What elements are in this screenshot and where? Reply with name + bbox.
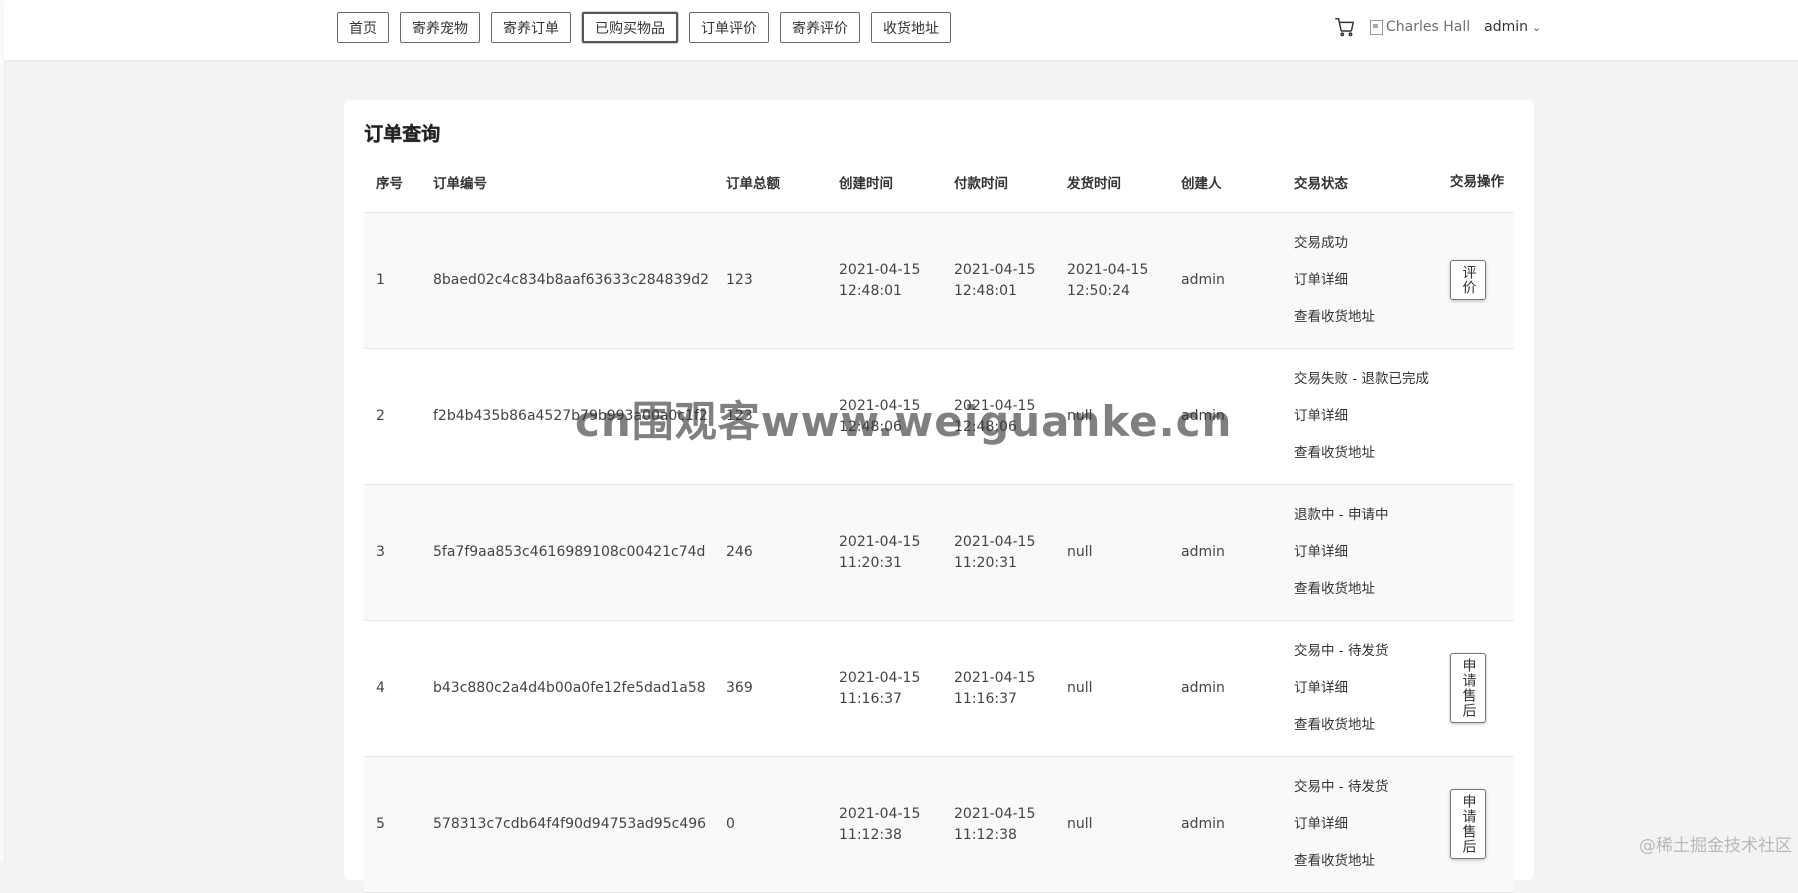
cell-order-id: 578313c7cdb64f4f90d94753ad95c496: [421, 756, 714, 893]
cell-action: [1450, 484, 1514, 621]
cell-total: 123: [714, 348, 827, 485]
view-address-link[interactable]: 查看收货地址: [1294, 435, 1450, 472]
cell-paid: 2021-04-15 12:48:06: [942, 348, 1055, 485]
cart-icon[interactable]: [1334, 16, 1356, 38]
cell-paid: 2021-04-15 11:20:31: [942, 484, 1055, 621]
main-nav: 首页 寄养宠物 寄养订单 已购买物品 订单评价 寄养评价 收货地址: [337, 12, 951, 43]
cell-total: 246: [714, 484, 827, 621]
cell-paid: 2021-04-15 12:48:01: [942, 212, 1055, 349]
top-navbar: 首页 寄养宠物 寄养订单 已购买物品 订单评价 寄养评价 收货地址 Charle…: [4, 0, 1798, 60]
cell-total: 123: [714, 212, 827, 349]
cell-status: 交易成功 订单详细 查看收货地址: [1282, 212, 1450, 349]
cell-status: 交易中 - 待发货 订单详细 查看收货地址: [1282, 620, 1450, 757]
cell-creator: admin: [1169, 620, 1282, 757]
avatar[interactable]: Charles Hall: [1370, 19, 1470, 35]
cell-action: 申请售后: [1450, 620, 1514, 757]
cell-creator: admin: [1169, 212, 1282, 349]
nav-purchased-items-button[interactable]: 已购买物品: [582, 12, 678, 43]
col-header-paid: 付款时间: [942, 152, 1055, 213]
cell-order-id: f2b4b435b86a4527b79b993a00a0c1f2: [421, 348, 714, 485]
orders-table: 序号 订单编号 订单总额 创建时间 付款时间 发货时间 创建人 交易状态 交易操…: [364, 152, 1514, 893]
table-header-row: 序号 订单编号 订单总额 创建时间 付款时间 发货时间 创建人 交易状态 交易操…: [364, 152, 1514, 213]
cell-no: 3: [364, 484, 421, 621]
order-detail-link[interactable]: 订单详细: [1294, 398, 1450, 435]
cell-paid: 2021-04-15 11:16:37: [942, 620, 1055, 757]
user-menu[interactable]: admin ⌄: [1484, 19, 1541, 35]
col-header-action: 交易操作: [1450, 152, 1514, 213]
cell-status: 交易中 - 待发货 订单详细 查看收货地址: [1282, 756, 1450, 893]
cell-created: 2021-04-15 12:48:01: [827, 212, 942, 349]
user-area: Charles Hall admin ⌄: [1334, 16, 1541, 38]
view-address-link[interactable]: 查看收货地址: [1294, 571, 1450, 608]
cell-created: 2021-04-15 11:16:37: [827, 620, 942, 757]
table-row: 3 5fa7f9aa853c4616989108c00421c74d 246 2…: [364, 484, 1514, 621]
cell-no: 5: [364, 756, 421, 893]
table-row: 1 8baed02c4c834b8aaf63633c284839d2 123 2…: [364, 212, 1514, 349]
cell-shipped: null: [1055, 620, 1169, 757]
cell-created: 2021-04-15 11:20:31: [827, 484, 942, 621]
cell-total: 0: [714, 756, 827, 893]
cell-status: 交易失败 - 退款已完成 订单详细 查看收货地址: [1282, 348, 1450, 485]
avatar-alt-text: Charles Hall: [1386, 19, 1471, 35]
cell-total: 369: [714, 620, 827, 757]
username-label: admin: [1484, 19, 1528, 35]
cell-order-id: 8baed02c4c834b8aaf63633c284839d2: [421, 212, 714, 349]
col-header-total: 订单总额: [714, 152, 827, 213]
status-text: 交易失败 - 退款已完成: [1294, 371, 1429, 387]
table-row: 2 f2b4b435b86a4527b79b993a00a0c1f2 123 2…: [364, 348, 1514, 485]
view-address-link[interactable]: 查看收货地址: [1294, 299, 1450, 336]
cell-shipped: null: [1055, 484, 1169, 621]
view-address-link[interactable]: 查看收货地址: [1294, 707, 1450, 744]
cell-order-id: 5fa7f9aa853c4616989108c00421c74d: [421, 484, 714, 621]
status-text: 交易中 - 待发货: [1294, 779, 1389, 795]
col-header-shipped: 发货时间: [1055, 152, 1169, 213]
col-header-status: 交易状态: [1282, 152, 1450, 213]
cell-action: 申请售后: [1450, 756, 1514, 893]
status-text: 交易成功: [1294, 235, 1348, 251]
cell-creator: admin: [1169, 756, 1282, 893]
nav-order-reviews-button[interactable]: 订单评价: [689, 12, 769, 43]
status-text: 退款中 - 申请中: [1294, 507, 1389, 523]
cell-shipped: null: [1055, 756, 1169, 893]
order-detail-link[interactable]: 订单详细: [1294, 670, 1450, 707]
cell-shipped: 2021-04-15 12:50:24: [1055, 212, 1169, 349]
cell-created: 2021-04-15 11:12:38: [827, 756, 942, 893]
cell-action: [1450, 348, 1514, 485]
cell-no: 4: [364, 620, 421, 757]
nav-foster-reviews-button[interactable]: 寄养评价: [780, 12, 860, 43]
cell-creator: admin: [1169, 348, 1282, 485]
cell-no: 2: [364, 348, 421, 485]
col-header-created: 创建时间: [827, 152, 942, 213]
nav-foster-pets-button[interactable]: 寄养宠物: [400, 12, 480, 43]
after-sales-button[interactable]: 申请售后: [1450, 788, 1486, 859]
cell-no: 1: [364, 212, 421, 349]
after-sales-button[interactable]: 申请售后: [1450, 652, 1486, 723]
page-title: 订单查询: [364, 123, 441, 145]
corner-watermark: @稀土掘金技术社区: [1639, 836, 1792, 856]
nav-home-button[interactable]: 首页: [337, 12, 389, 43]
table-row: 5 578313c7cdb64f4f90d94753ad95c496 0 202…: [364, 756, 1514, 893]
order-detail-link[interactable]: 订单详细: [1294, 806, 1450, 843]
cell-paid: 2021-04-15 11:12:38: [942, 756, 1055, 893]
chevron-down-icon: ⌄: [1532, 20, 1542, 34]
order-detail-link[interactable]: 订单详细: [1294, 262, 1450, 299]
cell-shipped: null: [1055, 348, 1169, 485]
cell-creator: admin: [1169, 484, 1282, 621]
cell-action: 评价: [1450, 212, 1514, 349]
col-header-order-id: 订单编号: [421, 152, 714, 213]
left-strip: [0, 0, 5, 862]
cell-status: 退款中 - 申请中 订单详细 查看收货地址: [1282, 484, 1450, 621]
col-header-no: 序号: [364, 152, 421, 213]
order-query-card: 订单查询 序号 订单编号 订单总额 创建时间 付款时间 发货时间 创建人 交易状…: [344, 100, 1534, 893]
col-header-creator: 创建人: [1169, 152, 1282, 213]
order-detail-link[interactable]: 订单详细: [1294, 534, 1450, 571]
table-row: 4 b43c880c2a4d4b00a0fe12fe5dad1a58 369 2…: [364, 620, 1514, 757]
cell-created: 2021-04-15 12:48:06: [827, 348, 942, 485]
broken-image-icon: [1370, 19, 1383, 35]
review-button[interactable]: 评价: [1450, 259, 1486, 300]
nav-foster-orders-button[interactable]: 寄养订单: [491, 12, 571, 43]
status-text: 交易中 - 待发货: [1294, 643, 1389, 659]
cell-order-id: b43c880c2a4d4b00a0fe12fe5dad1a58: [421, 620, 714, 757]
nav-shipping-address-button[interactable]: 收货地址: [871, 12, 951, 43]
